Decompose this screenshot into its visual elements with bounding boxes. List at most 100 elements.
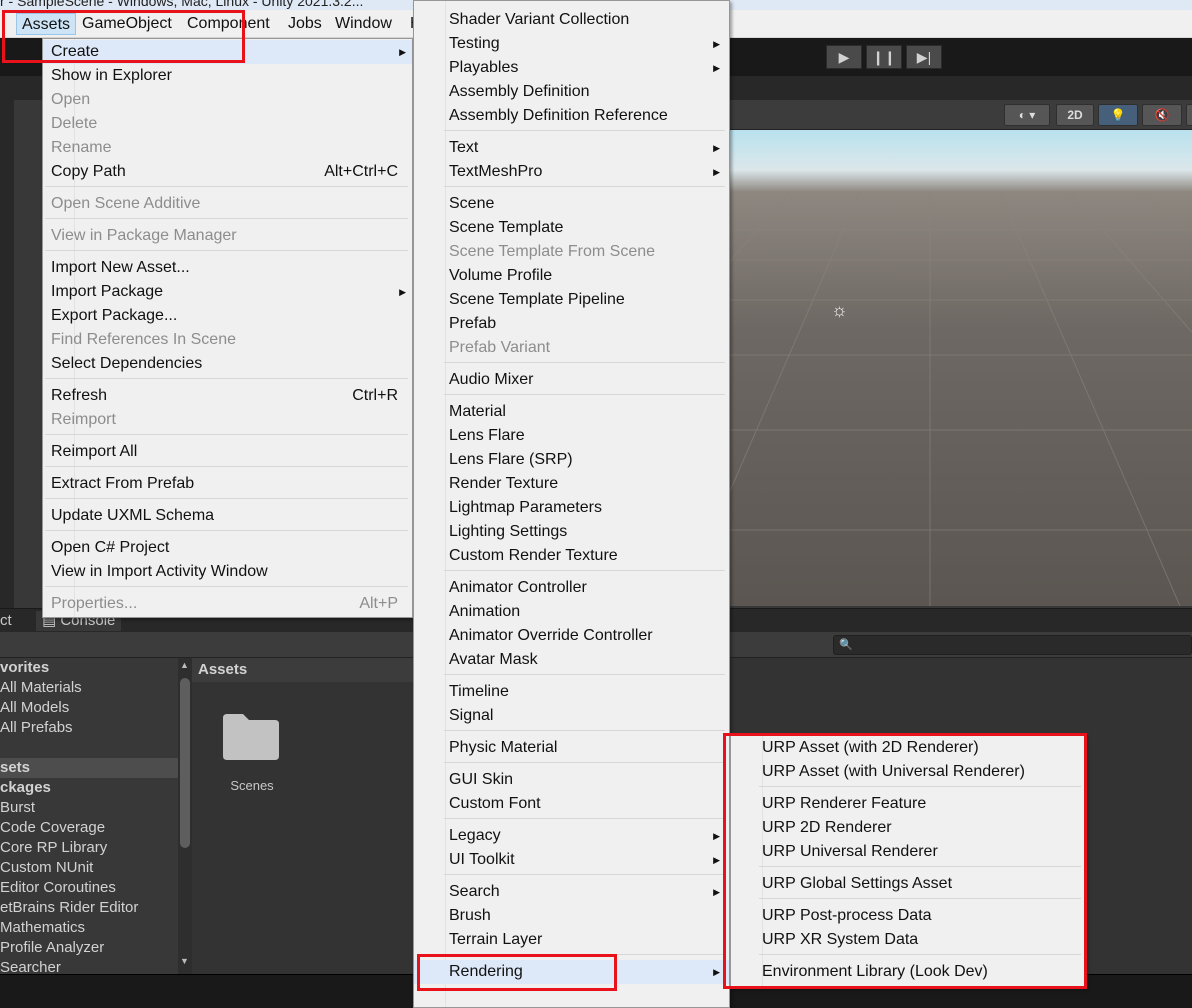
tree-item[interactable] [0,738,178,758]
draw-mode-dropdown[interactable]: ◐ ▾ [1004,104,1050,126]
toggle-audio-button[interactable]: 🔇 [1142,104,1182,126]
menu-item-lens-flare[interactable]: Lens Flare [414,424,729,448]
tree-item[interactable]: All Prefabs [0,718,178,738]
menu-gameobject[interactable]: GameObject [77,13,177,35]
scrollbar-thumb[interactable] [180,678,190,848]
menu-item-avatar-mask[interactable]: Avatar Mask [414,648,729,672]
menu-item-open[interactable]: Open [43,88,412,112]
tree-item[interactable]: Searcher [0,958,178,974]
menu-item-scene-template[interactable]: Scene Template [414,216,729,240]
tree-item[interactable]: sets [0,758,178,778]
menu-item-open-scene-additive[interactable]: Open Scene Additive [43,192,412,216]
menu-item-properties[interactable]: Properties... Alt+P [43,592,412,616]
menu-item-scene[interactable]: Scene [414,192,729,216]
menu-item-lighting-settings[interactable]: Lighting Settings [414,520,729,544]
menu-item-brush[interactable]: Brush [414,904,729,928]
menu-item-urp-2d-renderer[interactable]: URP 2D Renderer [731,816,1085,840]
menu-item-textmeshpro[interactable]: TextMeshPro ▶ [414,160,729,184]
tree-item[interactable]: Profile Analyzer [0,938,178,958]
assets-breadcrumb[interactable]: Assets [192,658,413,682]
menu-item-physic-material[interactable]: Physic Material [414,736,729,760]
menu-item-urp-universal-renderer[interactable]: URP Universal Renderer [731,840,1085,864]
menu-item-shader-variant-collection[interactable]: Shader Variant Collection [414,8,729,32]
menu-assets[interactable]: Assets [16,13,77,35]
menu-item-text[interactable]: Text ▶ [414,136,729,160]
menu-item-custom-render-texture[interactable]: Custom Render Texture [414,544,729,568]
menu-item-open-c-project[interactable]: Open C# Project [43,536,412,560]
menu-item-urp-asset-with-2d-renderer[interactable]: URP Asset (with 2D Renderer) [731,736,1085,760]
menu-item-scene-template-from-scene[interactable]: Scene Template From Scene [414,240,729,264]
menu-item-refresh[interactable]: Refresh Ctrl+R [43,384,412,408]
directional-light-gizmo-icon[interactable]: ☼ [831,300,848,321]
pause-button[interactable]: ❙❙ [866,45,902,69]
folder-label[interactable]: Scenes [192,778,312,793]
step-button[interactable]: ▶| [906,45,942,69]
scene-view-viewport[interactable]: ☼ [730,130,1192,606]
menu-item-animator-override-controller[interactable]: Animator Override Controller [414,624,729,648]
menu-item-legacy[interactable]: Legacy ▶ [414,824,729,848]
menu-item-reimport-all[interactable]: Reimport All [43,440,412,464]
menu-item-material[interactable]: Material [414,400,729,424]
toggle-lighting-button[interactable]: 💡 [1098,104,1138,126]
toggle-effects-button[interactable] [1186,104,1192,126]
menu-item-reimport[interactable]: Reimport [43,408,412,432]
menu-item-rendering[interactable]: Rendering ▶ [414,960,729,984]
menu-item-extract-from-prefab[interactable]: Extract From Prefab [43,472,412,496]
scroll-up-icon[interactable]: ▲ [180,660,189,670]
tree-item[interactable]: Burst [0,798,178,818]
menu-item-import-package[interactable]: Import Package ▶ [43,280,412,304]
menu-item-assembly-definition-reference[interactable]: Assembly Definition Reference [414,104,729,128]
tree-item[interactable]: vorites [0,658,178,678]
menu-item-prefab[interactable]: Prefab [414,312,729,336]
tree-item[interactable]: Code Coverage [0,818,178,838]
tree-item[interactable]: All Materials [0,678,178,698]
tree-item[interactable]: Editor Coroutines [0,878,178,898]
menu-item-audio-mixer[interactable]: Audio Mixer [414,368,729,392]
menu-item-view-in-import-activity-window[interactable]: View in Import Activity Window [43,560,412,584]
menu-item-environment-library-look-dev[interactable]: Environment Library (Look Dev) [731,960,1085,984]
menu-item-search[interactable]: Search ▶ [414,880,729,904]
folder-icon[interactable] [221,710,281,762]
menu-item-delete[interactable]: Delete [43,112,412,136]
menu-item-copy-path[interactable]: Copy Path Alt+Ctrl+C [43,160,412,184]
menu-item-custom-font[interactable]: Custom Font [414,792,729,816]
menu-item-urp-renderer-feature[interactable]: URP Renderer Feature [731,792,1085,816]
menu-item-create[interactable]: Create ▶ [43,40,412,64]
menu-item-rename[interactable]: Rename [43,136,412,160]
tree-item[interactable]: All Models [0,698,178,718]
menu-item-animator-controller[interactable]: Animator Controller [414,576,729,600]
menu-item-lightmap-parameters[interactable]: Lightmap Parameters [414,496,729,520]
menu-item-urp-xr-system-data[interactable]: URP XR System Data [731,928,1085,952]
menu-item-render-texture[interactable]: Render Texture [414,472,729,496]
menu-item-animation[interactable]: Animation [414,600,729,624]
menu-item-view-in-package-manager[interactable]: View in Package Manager [43,224,412,248]
tree-item[interactable]: Custom NUnit [0,858,178,878]
menu-item-export-package[interactable]: Export Package... [43,304,412,328]
menu-item-find-references-in-scene[interactable]: Find References In Scene [43,328,412,352]
tree-item[interactable]: ckages [0,778,178,798]
project-tree-scrollbar[interactable]: ▲ ▼ [178,658,192,974]
menu-window[interactable]: Window [330,13,397,35]
menu-item-volume-profile[interactable]: Volume Profile [414,264,729,288]
tree-item[interactable]: Core RP Library [0,838,178,858]
menu-item-update-uxml-schema[interactable]: Update UXML Schema [43,504,412,528]
menu-item-assembly-definition[interactable]: Assembly Definition [414,80,729,104]
menu-item-select-dependencies[interactable]: Select Dependencies [43,352,412,376]
menu-component[interactable]: Component [182,13,275,35]
toggle-2d-button[interactable]: 2D [1056,104,1094,126]
scroll-down-icon[interactable]: ▼ [180,956,189,966]
tab-project[interactable]: ct [0,611,18,631]
menu-item-testing[interactable]: Testing ▶ [414,32,729,56]
menu-item-ui-toolkit[interactable]: UI Toolkit ▶ [414,848,729,872]
project-search-input[interactable]: 🔍 [833,635,1192,655]
play-button[interactable]: ▶ [826,45,862,69]
menu-item-scene-template-pipeline[interactable]: Scene Template Pipeline [414,288,729,312]
menu-item-prefab-variant[interactable]: Prefab Variant [414,336,729,360]
menu-item-shader[interactable]: Shader [414,0,729,8]
menu-item-gui-skin[interactable]: GUI Skin [414,768,729,792]
menu-item-import-new-asset[interactable]: Import New Asset... [43,256,412,280]
menu-item-lens-flare-srp[interactable]: Lens Flare (SRP) [414,448,729,472]
menu-item-timeline[interactable]: Timeline [414,680,729,704]
menu-item-signal[interactable]: Signal [414,704,729,728]
menu-item-urp-asset-with-universal-renderer[interactable]: URP Asset (with Universal Renderer) [731,760,1085,784]
